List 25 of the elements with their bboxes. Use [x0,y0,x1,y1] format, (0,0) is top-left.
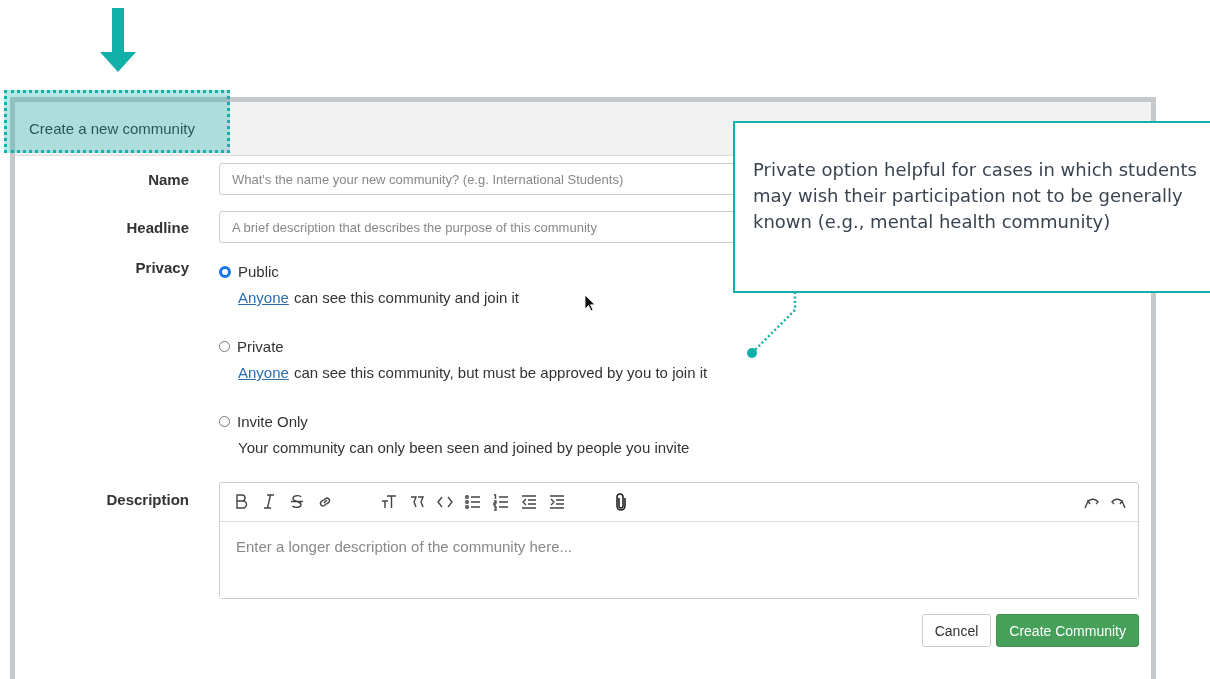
field-label: Name [147,170,190,188]
radio-label[interactable]: Private [237,338,284,355]
field-label: Privacy [134,259,190,276]
radio-label[interactable]: Invite Only [237,413,308,430]
option-description: can see this community, but must be approved by you to join it [293,364,708,381]
radio-button[interactable] [219,416,230,427]
heading-icon[interactable] [380,493,398,511]
field-label: Headline [125,218,190,236]
radio-button[interactable] [219,265,231,278]
indent-icon[interactable] [548,493,566,511]
cursor-icon [584,294,596,312]
radio-button[interactable] [219,341,230,352]
strikethrough-icon[interactable] [288,493,306,511]
cancel-button[interactable]: Cancel [921,614,992,647]
link[interactable]: Anyone [238,289,289,306]
dialog-title: Create a new community [29,120,195,137]
radio-label[interactable]: Public [238,263,279,280]
link[interactable]: Anyone [238,364,289,381]
option-description: can see this community and join it [293,289,519,306]
outdent-icon[interactable] [520,493,538,511]
bulleted-list-icon[interactable] [464,493,482,511]
option-description: Your community can only been seen and joined by people you invite [238,439,690,456]
down-arrow-icon [98,8,138,72]
numbered-list-icon[interactable] [492,493,510,511]
field-label: Description [105,490,190,508]
